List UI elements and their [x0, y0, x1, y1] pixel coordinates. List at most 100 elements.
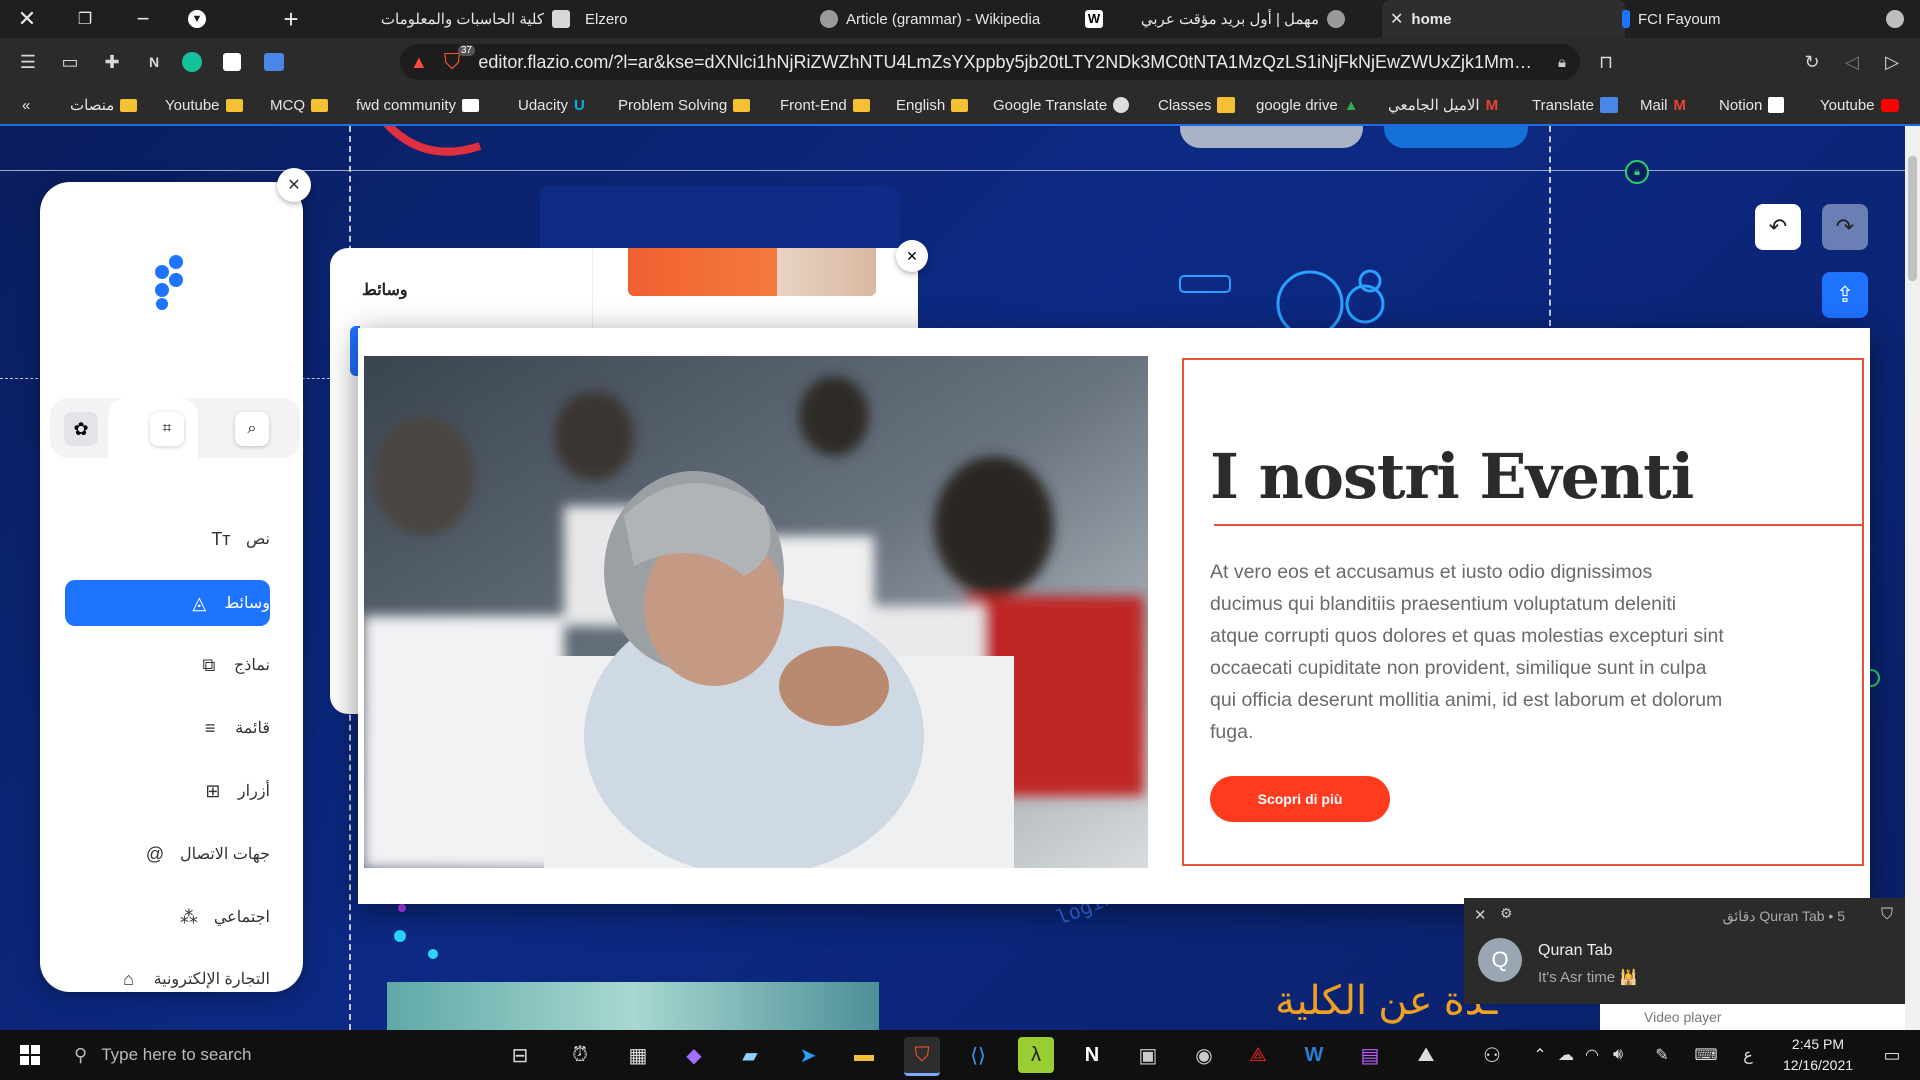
tab-wikipedia[interactable]: Article (grammar) - Wikipedia — [820, 0, 1060, 38]
close-media-panel-icon[interactable]: ✕ — [896, 240, 928, 272]
tab-home[interactable]: ✕ home — [1382, 0, 1625, 38]
bookmark-item[interactable]: Youtube — [165, 86, 243, 124]
photos-icon[interactable]: ⛰ — [1408, 1037, 1444, 1073]
grammarly-icon[interactable] — [180, 50, 204, 74]
people-icon[interactable]: ⚇ — [1474, 1037, 1510, 1073]
bookmark-item[interactable]: الاميل الجامعي M — [1388, 86, 1498, 124]
quran-tab-notification[interactable]: ✕ ⚙ Quran Tab • 5 دقائق ⛉ Q Quran Tab It… — [1464, 898, 1905, 1004]
clock[interactable]: 2:45 PM 12/16/2021 — [1768, 1034, 1868, 1076]
taskbar-search[interactable]: ⚲ Type here to search — [60, 1030, 480, 1080]
wallet-icon[interactable]: ▭ — [58, 50, 82, 74]
acrobat-icon[interactable]: ⟁ — [1240, 1037, 1276, 1073]
translate-icon[interactable] — [262, 50, 286, 74]
notion-icon[interactable] — [220, 50, 244, 74]
bookmark-item[interactable]: منصات — [70, 86, 138, 124]
pen-icon[interactable]: ✎ — [1644, 1037, 1680, 1073]
sidebar-item-contacts[interactable]: @ جهات الاتصال — [65, 831, 270, 877]
page-scrollbar[interactable] — [1905, 126, 1920, 1030]
close-window-icon[interactable]: ✕ — [8, 0, 46, 38]
bookmark-item[interactable]: Front-End — [780, 86, 870, 124]
notification-center-icon[interactable]: ▭ — [1874, 1037, 1910, 1073]
file-explorer-icon[interactable]: ▬ — [846, 1037, 882, 1073]
more-bookmarks-icon[interactable]: « — [22, 86, 30, 124]
alarm-clock-icon[interactable]: ⏰︎ — [562, 1037, 598, 1073]
bookmark-item[interactable]: fwd community — [356, 86, 480, 124]
tab-fci-fayoum[interactable]: FCI Fayoum — [1622, 0, 1822, 38]
tab-fci[interactable]: كلية الحاسبات والمعلومات — [360, 0, 570, 38]
brave-browser-icon[interactable]: ⛉ — [904, 1037, 940, 1076]
vscode-icon[interactable]: ⟨⟩ — [960, 1037, 996, 1073]
forward-icon[interactable]: ▷ — [1880, 50, 1904, 74]
grid-icon[interactable]: ⌗ — [150, 412, 184, 446]
lock-handle-icon[interactable]: 🔒︎ — [1625, 160, 1649, 184]
scrollbar-thumb[interactable] — [1908, 156, 1917, 281]
canvas-pill-button[interactable] — [1384, 126, 1528, 148]
url-text[interactable]: editor.flazio.com/?l=ar&kse=dXNlci1hNjRi… — [478, 52, 1544, 73]
bookmark-item[interactable]: google drive ▲ — [1256, 86, 1359, 124]
publish-icon[interactable]: ⇪ — [1822, 272, 1868, 318]
remote-desktop-icon[interactable]: ▣ — [1130, 1037, 1166, 1073]
language-indicator[interactable]: ع — [1730, 1037, 1766, 1073]
task-view-icon[interactable]: ⊟ — [502, 1037, 538, 1073]
restore-window-icon[interactable]: ❐ — [66, 0, 104, 38]
learn-more-button[interactable]: Scopri di più — [1210, 776, 1390, 822]
bookmark-item[interactable]: Translate — [1532, 86, 1618, 124]
bookmark-label: Notion — [1719, 96, 1763, 114]
close-tab-icon[interactable]: ✕ — [1390, 9, 1403, 29]
components-icon[interactable]: ✿ — [64, 412, 98, 446]
bookmark-item[interactable]: Mail M — [1640, 86, 1686, 124]
close-panel-icon[interactable]: ✕ — [277, 168, 311, 202]
address-bar[interactable]: ▲ ⛉ 37 editor.flazio.com/?l=ar&kse=dXNlci… — [400, 44, 1580, 80]
keyboard-icon[interactable]: ⌨ — [1688, 1037, 1724, 1073]
volume-icon[interactable]: 🔊︎ — [1600, 1037, 1636, 1073]
brave-rewards-icon[interactable]: ▲ — [410, 52, 428, 73]
canvas-pill-button[interactable] — [1180, 126, 1363, 148]
bookmark-icon[interactable]: ⊓ — [1594, 50, 1618, 74]
folder-icon — [951, 98, 969, 112]
minimize-window-icon[interactable]: − — [124, 0, 162, 38]
sidebar-item-buttons[interactable]: ⊞ أزرار — [65, 768, 270, 814]
sidebar-item-text[interactable]: Tт نص — [65, 516, 270, 562]
notion-icon[interactable]: N — [1074, 1037, 1110, 1073]
bookmark-item[interactable]: Udacity U — [518, 86, 585, 124]
extensions-icon[interactable]: ✚ — [100, 50, 124, 74]
reload-icon[interactable]: ↻ — [1800, 50, 1824, 74]
tab-label: Elzero — [585, 10, 628, 28]
extension-n-icon[interactable]: N — [142, 50, 166, 74]
bookmark-item[interactable]: English — [896, 86, 969, 124]
app-icon[interactable]: ▰ — [732, 1037, 768, 1073]
bookmark-item[interactable]: Classes — [1158, 86, 1236, 124]
windows-start-icon[interactable] — [12, 1037, 48, 1073]
tab-elzero[interactable]: Elzero — [585, 0, 795, 38]
app-icon[interactable]: ◉ — [1186, 1037, 1222, 1073]
undo-icon[interactable]: ↶ — [1755, 204, 1801, 250]
sidebar-item-media[interactable]: ◬ وسائط — [65, 580, 270, 626]
calculator-icon[interactable]: ▦ — [620, 1037, 656, 1073]
sidebar-item-menu[interactable]: ≡ قائمة — [65, 705, 270, 751]
tab-temp-mail[interactable]: W مهمل | أول بريد مؤقت عربي — [1085, 0, 1345, 38]
media-thumbnail[interactable] — [628, 248, 876, 296]
sidebar-item-social[interactable]: ⁂ اجتماعي — [65, 894, 270, 940]
bookmark-item[interactable]: MCQ — [270, 86, 328, 124]
telegram-icon[interactable]: ➤ — [790, 1037, 826, 1073]
menu-icon[interactable]: ☰ — [16, 50, 40, 74]
tab-search-icon[interactable]: ▼ — [178, 0, 216, 38]
bookmark-item[interactable]: Google Translate — [993, 86, 1130, 124]
sidebar-item-ecommerce[interactable]: ⌂ التجارة الإلكترونية — [65, 956, 270, 1002]
bookmark-item[interactable]: Notion — [1719, 86, 1785, 124]
bookmark-item[interactable]: Problem Solving — [618, 86, 751, 124]
lambda-app-icon[interactable]: λ — [1018, 1037, 1054, 1073]
back-icon[interactable]: ◁ — [1840, 50, 1864, 74]
visual-studio-icon[interactable]: ◆ — [676, 1037, 712, 1073]
word-icon[interactable]: W — [1296, 1037, 1332, 1073]
search-icon[interactable]: ⌕ — [235, 412, 269, 446]
winrar-icon[interactable]: ▤ — [1352, 1037, 1388, 1073]
sidebar-item-forms[interactable]: ⧉ نماذج — [65, 642, 270, 688]
new-tab-icon[interactable]: + — [272, 0, 310, 38]
lock-icon: 🔒︎ — [1558, 53, 1566, 71]
close-notification-icon[interactable]: ✕ — [1474, 906, 1487, 924]
bookmark-item[interactable]: Youtube — [1820, 86, 1899, 124]
redo-icon[interactable]: ↷ — [1822, 204, 1868, 250]
brave-shields-icon[interactable]: ⛉ 37 — [444, 45, 475, 75]
settings-icon[interactable]: ⚙ — [1500, 905, 1513, 922]
